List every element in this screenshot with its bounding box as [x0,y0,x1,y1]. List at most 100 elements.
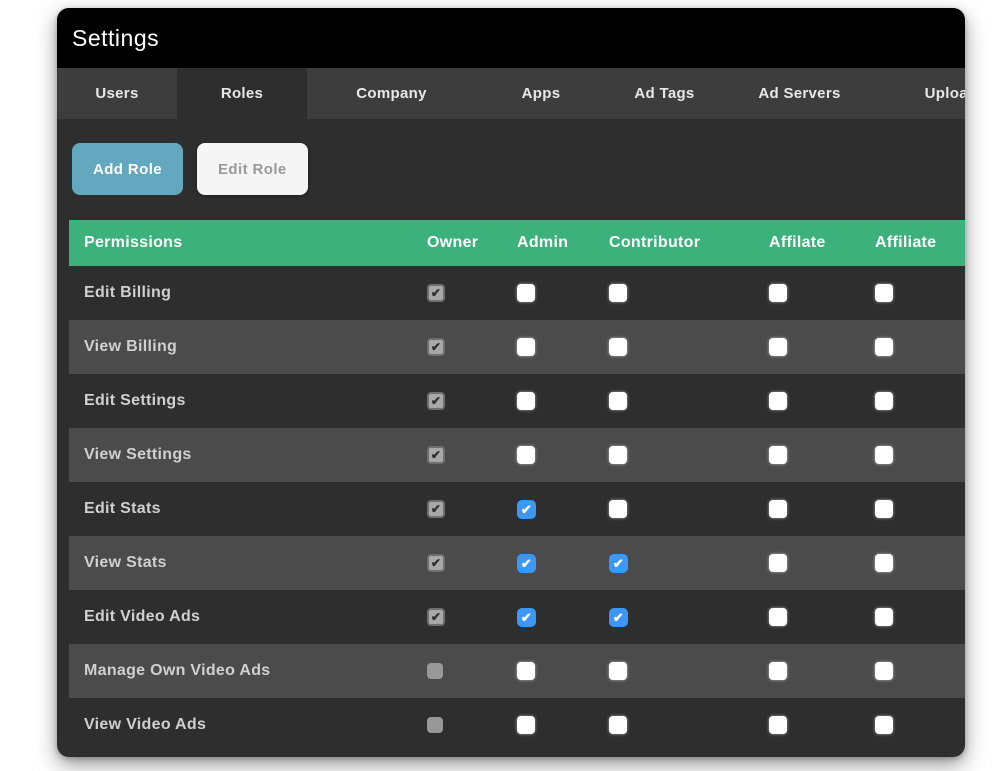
column-header-affilate: Affilate [769,234,875,252]
column-header-owner: Owner [427,234,517,252]
checkbox-view-billing-affiliate-2[interactable] [875,338,893,356]
tab-upload[interactable]: Upload [876,68,965,119]
checkbox-cell [517,716,609,734]
permissions-table: PermissionsOwnerAdminContributorAffilate… [69,220,965,752]
checkbox-view-billing-contributor[interactable] [609,338,627,356]
checkbox-view-billing-owner: ✔ [427,338,445,356]
toolbar: Add Role Edit Role [72,143,965,195]
checkbox-edit-billing-contributor[interactable] [609,284,627,302]
checkbox-view-video-ads-affiliate-2[interactable] [875,716,893,734]
checkbox-view-stats-admin[interactable]: ✔ [517,554,536,573]
check-icon: ✔ [613,557,624,570]
checkbox-view-video-ads-affilate[interactable] [769,716,787,734]
table-row-view-stats: View Stats✔✔✔ [69,536,965,590]
checkbox-edit-stats-affilate[interactable] [769,500,787,518]
check-icon: ✔ [431,341,441,353]
checkbox-edit-billing-affiliate-2[interactable] [875,284,893,302]
checkbox-cell: ✔ [427,500,517,518]
checkbox-cell: ✔ [427,338,517,356]
add-role-button[interactable]: Add Role [72,143,183,195]
tab-users[interactable]: Users [57,68,177,119]
checkbox-edit-settings-contributor[interactable] [609,392,627,410]
page-title: Settings [72,25,159,52]
tab-company[interactable]: Company [307,68,476,119]
checkbox-manage-own-video-ads-admin[interactable] [517,662,535,680]
checkbox-cell [769,554,875,572]
checkbox-edit-billing-admin[interactable] [517,284,535,302]
checkbox-edit-settings-admin[interactable] [517,392,535,410]
check-icon: ✔ [431,395,441,407]
column-header-permissions: Permissions [69,234,427,252]
checkbox-cell [875,338,965,356]
checkbox-view-video-ads-admin[interactable] [517,716,535,734]
tab-roles[interactable]: Roles [177,68,307,119]
checkbox-view-settings-contributor[interactable] [609,446,627,464]
checkbox-view-billing-affilate[interactable] [769,338,787,356]
checkbox-cell: ✔ [427,446,517,464]
checkbox-edit-billing-owner: ✔ [427,284,445,302]
edit-role-button[interactable]: Edit Role [197,143,308,195]
checkbox-cell [875,554,965,572]
checkbox-view-stats-affiliate-2[interactable] [875,554,893,572]
checkbox-cell [769,608,875,626]
table-row-edit-settings: Edit Settings ✔ [69,374,965,428]
checkbox-cell [609,284,769,302]
checkbox-edit-video-ads-admin[interactable]: ✔ [517,608,536,627]
checkbox-cell [609,392,769,410]
checkbox-cell: ✔ [609,608,769,627]
checkbox-edit-settings-owner: ✔ [427,392,445,410]
checkbox-cell [609,716,769,734]
checkbox-cell [517,338,609,356]
checkbox-cell [769,446,875,464]
checkbox-view-stats-affilate[interactable] [769,554,787,572]
checkbox-view-stats-contributor[interactable]: ✔ [609,554,628,573]
column-header-affiliate-2: Affiliate [875,234,965,252]
check-icon: ✔ [521,503,532,516]
checkbox-cell [875,284,965,302]
checkbox-edit-billing-affilate[interactable] [769,284,787,302]
checkbox-edit-video-ads-owner: ✔ [427,608,445,626]
checkbox-edit-video-ads-affiliate-2[interactable] [875,608,893,626]
permission-label: Edit Settings [69,392,427,410]
checkbox-view-settings-admin[interactable] [517,446,535,464]
checkbox-edit-settings-affiliate-2[interactable] [875,392,893,410]
checkbox-cell [609,500,769,518]
tab-apps[interactable]: Apps [476,68,606,119]
checkbox-edit-stats-admin[interactable]: ✔ [517,500,536,519]
tab-ad-tags[interactable]: Ad Tags [606,68,723,119]
checkbox-view-billing-admin[interactable] [517,338,535,356]
permission-label: Edit Stats [69,500,427,518]
checkbox-cell [875,500,965,518]
tab-bar: UsersRolesCompanyAppsAd TagsAd ServersUp… [57,68,965,119]
checkbox-cell [875,662,965,680]
checkbox-manage-own-video-ads-affilate[interactable] [769,662,787,680]
table-row-edit-video-ads: Edit Video Ads✔✔✔ [69,590,965,644]
column-header-admin: Admin [517,234,609,252]
checkbox-view-video-ads-contributor[interactable] [609,716,627,734]
checkbox-edit-stats-contributor[interactable] [609,500,627,518]
checkbox-view-settings-affiliate-2[interactable] [875,446,893,464]
check-icon: ✔ [431,449,441,461]
checkbox-view-settings-affilate[interactable] [769,446,787,464]
table-body: Edit Billing✔View Billing✔Edit Settings✔… [69,266,965,752]
checkbox-view-video-ads-owner [427,717,443,733]
checkbox-edit-video-ads-affilate[interactable] [769,608,787,626]
checkbox-edit-settings-affilate[interactable] [769,392,787,410]
tab-ad-servers[interactable]: Ad Servers [723,68,876,119]
checkbox-manage-own-video-ads-affiliate-2[interactable] [875,662,893,680]
checkbox-cell [609,338,769,356]
checkbox-edit-video-ads-contributor[interactable]: ✔ [609,608,628,627]
checkbox-view-settings-owner: ✔ [427,446,445,464]
check-icon: ✔ [521,611,532,624]
checkbox-cell [517,284,609,302]
checkbox-cell: ✔ [427,284,517,302]
permission-label: Edit Video Ads [69,608,427,626]
checkbox-manage-own-video-ads-contributor[interactable] [609,662,627,680]
checkbox-view-stats-owner: ✔ [427,554,445,572]
checkbox-edit-stats-affiliate-2[interactable] [875,500,893,518]
checkbox-cell: ✔ [517,500,609,519]
checkbox-cell [769,284,875,302]
table-row-edit-billing: Edit Billing✔ [69,266,965,320]
check-icon: ✔ [431,557,441,569]
settings-panel: Settings UsersRolesCompanyAppsAd TagsAd … [57,8,965,757]
